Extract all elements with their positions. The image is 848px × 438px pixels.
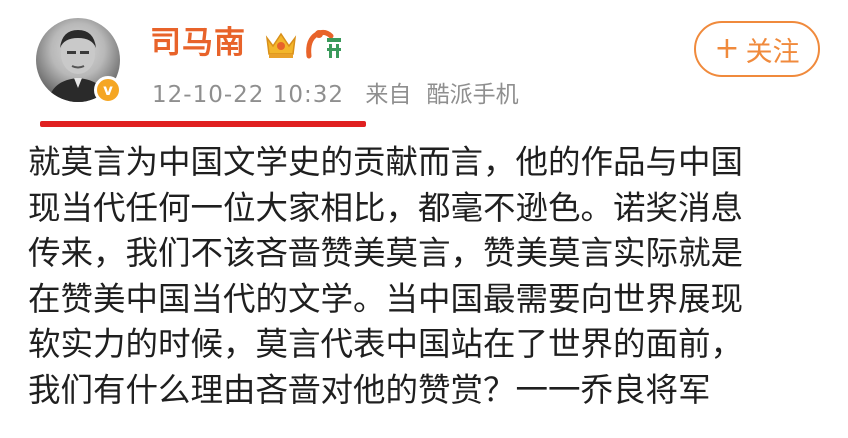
follow-button[interactable]: + 关注 <box>694 21 820 77</box>
weibo-post: v 司马南 12-10-22 10:32 来自 酷派手机 + 关注 就莫言为中国… <box>0 0 848 438</box>
post-source[interactable]: 酷派手机 <box>427 82 519 108</box>
vip-icon <box>306 29 341 59</box>
follow-label: 关注 <box>745 36 800 68</box>
author-name[interactable]: 司马南 <box>150 23 246 63</box>
content-line: 就莫言为中国文学史的贡献而言，他的作品与中国 <box>28 143 744 181</box>
content-line: 现当代任何一位大家相比，都毫不逊色。诺奖消息 <box>28 188 744 227</box>
plus-icon: + <box>714 31 740 66</box>
verified-icon: v <box>103 80 113 99</box>
author-avatar-container[interactable]: v <box>36 18 122 104</box>
crown-icon <box>265 32 297 58</box>
post-meta: 12-10-22 10:32 来自 酷派手机 <box>152 80 519 110</box>
content-line: 传来，我们不该吝啬赞美莫言，赞美莫言实际就是 <box>28 234 744 272</box>
highlight-underline <box>40 121 366 127</box>
post-content: 就莫言为中国文学史的贡献而言，他的作品与中国 现当代任何一位大家相比，都毫不逊色… <box>28 140 828 413</box>
content-line: 在赞美中国当代的文学。当中国最需要向世界展现 <box>28 279 744 318</box>
content-line: 我们有什么理由吝啬对他的赞赏？一一乔良将军 <box>28 370 711 409</box>
verified-badge: v <box>94 76 122 104</box>
content-line: 软实力的时候，莫言代表中国站在了世界的面前， <box>28 325 744 363</box>
source-prefix: 来自 <box>365 82 412 108</box>
post-time[interactable]: 12-10-22 10:32 <box>152 82 344 108</box>
